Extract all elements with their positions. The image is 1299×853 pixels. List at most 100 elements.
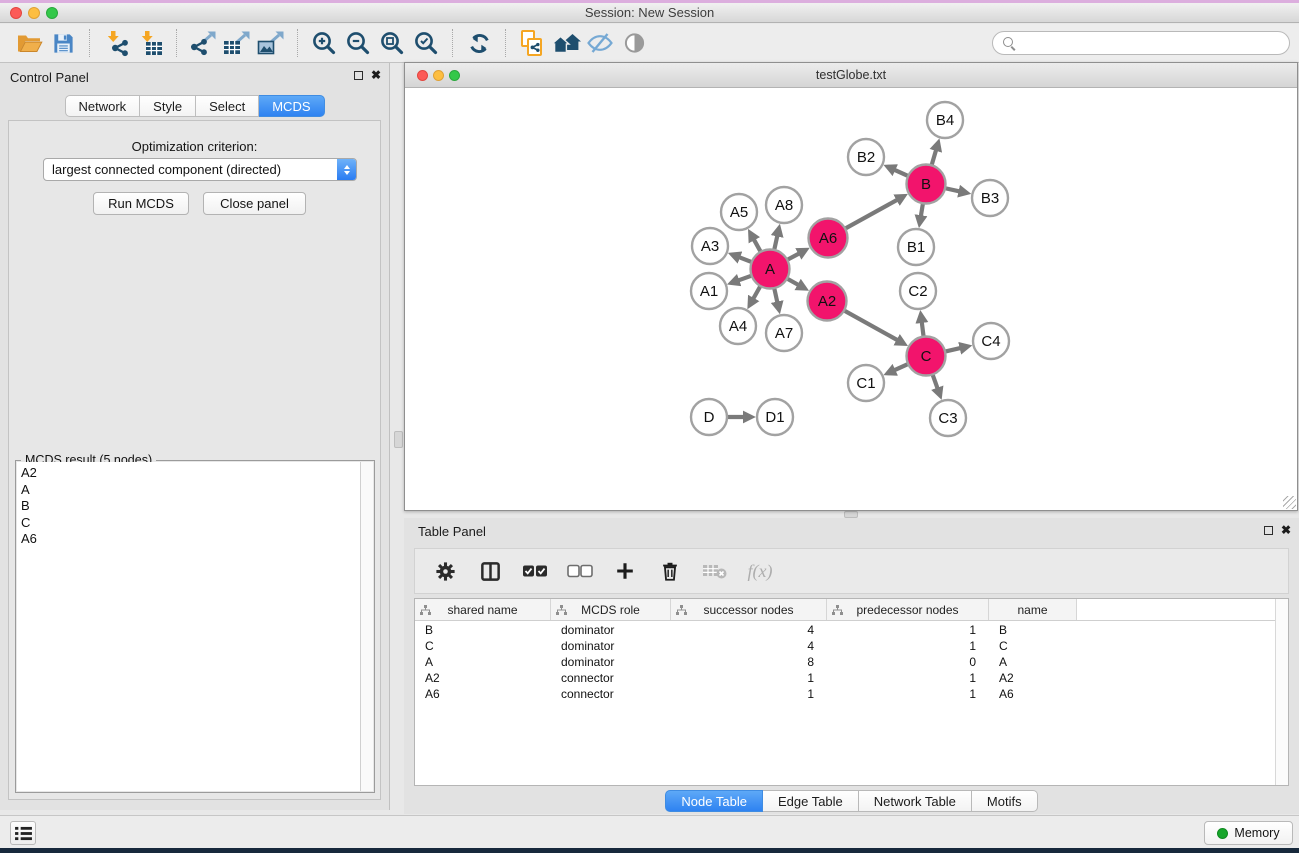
export-table-button[interactable] — [220, 27, 254, 59]
column-header[interactable]: shared name — [415, 599, 551, 620]
home-button[interactable] — [549, 27, 583, 59]
graph-edge-B-B4[interactable] — [931, 150, 936, 166]
graph-node-A4[interactable]: A4 — [720, 308, 756, 344]
tab-node-table[interactable]: Node Table — [665, 790, 763, 812]
table-row[interactable]: A2connector11A2 — [415, 670, 1275, 686]
zoom-fit-button[interactable] — [375, 27, 409, 59]
graph-node-A6[interactable]: A6 — [809, 219, 848, 258]
zoom-out-button[interactable] — [341, 27, 375, 59]
graph-edge-B-B2[interactable] — [895, 170, 909, 177]
graph-node-A7[interactable]: A7 — [766, 315, 802, 351]
table-row[interactable]: Adominator80A — [415, 654, 1275, 670]
graph-node-A5[interactable]: A5 — [721, 194, 757, 230]
memory-button[interactable]: Memory — [1204, 821, 1293, 845]
graph-edge-A-A5[interactable] — [754, 240, 761, 253]
graph-node-B2[interactable]: B2 — [848, 139, 884, 175]
graph-node-D1[interactable]: D1 — [757, 399, 793, 435]
import-table-button[interactable] — [133, 27, 167, 59]
resize-handle[interactable] — [1283, 496, 1296, 509]
graph-edge-A-A7[interactable] — [774, 287, 777, 302]
search-box[interactable] — [992, 31, 1290, 55]
result-scrollbar[interactable] — [360, 462, 373, 791]
run-mcds-button[interactable]: Run MCDS — [93, 192, 189, 215]
graph-node-C2[interactable]: C2 — [900, 273, 936, 309]
function-builder-button[interactable]: f(x) — [746, 556, 774, 586]
tab-mcds[interactable]: MCDS — [259, 95, 324, 117]
network-maximize-button[interactable] — [449, 70, 460, 81]
table-row[interactable]: Bdominator41B — [415, 622, 1275, 638]
float-panel-button[interactable] — [354, 71, 363, 80]
search-input[interactable] — [1016, 33, 1289, 53]
graph-edge-C-C1[interactable] — [895, 364, 909, 371]
column-header[interactable]: name — [989, 599, 1077, 620]
graph-node-C3[interactable]: C3 — [930, 400, 966, 436]
network-close-button[interactable] — [417, 70, 428, 81]
create-column-button[interactable] — [611, 556, 639, 586]
criterion-dropdown[interactable]: largest connected component (directed) — [43, 158, 357, 181]
close-panel-button-mcds[interactable]: Close panel — [203, 192, 306, 215]
mcds-result-item[interactable]: A6 — [21, 531, 360, 548]
export-network-button[interactable] — [186, 27, 220, 59]
close-window-button[interactable] — [10, 7, 22, 19]
graph-edge-C-C4[interactable] — [944, 348, 960, 352]
table-row[interactable]: A6connector11A6 — [415, 686, 1275, 702]
graph-node-A1[interactable]: A1 — [691, 273, 727, 309]
tab-edge-table[interactable]: Edge Table — [763, 790, 859, 812]
close-table-panel-button[interactable]: ✖ — [1281, 525, 1291, 536]
graph-node-C[interactable]: C — [907, 337, 946, 376]
vertical-divider-grip[interactable] — [394, 431, 403, 448]
mcds-result-item[interactable]: A2 — [21, 465, 360, 482]
graph-edge-B-B3[interactable] — [944, 188, 959, 191]
graph-node-A2[interactable]: A2 — [808, 282, 847, 321]
zoom-selected-button[interactable] — [409, 27, 443, 59]
graph-node-C4[interactable]: C4 — [973, 323, 1009, 359]
network-canvas[interactable]: AA1A2A3A4A5A6A7A8BB1B2B3B4CC1C2C3C4DD1 — [405, 88, 1297, 510]
column-header[interactable]: MCDS role — [551, 599, 671, 620]
split-panel-button[interactable] — [476, 556, 504, 586]
refresh-layout-button[interactable] — [462, 27, 496, 59]
zoom-in-button[interactable] — [307, 27, 341, 59]
maximize-window-button[interactable] — [46, 7, 58, 19]
tab-select[interactable]: Select — [196, 95, 259, 117]
horizontal-divider-grip[interactable] — [844, 511, 858, 518]
tab-network[interactable]: Network — [64, 95, 140, 117]
delete-column-button[interactable] — [656, 556, 684, 586]
mcds-result-item[interactable]: A — [21, 482, 360, 499]
table-row[interactable]: Cdominator41C — [415, 638, 1275, 654]
close-panel-button[interactable]: ✖ — [371, 70, 381, 81]
float-table-panel-button[interactable] — [1264, 526, 1273, 535]
tab-motifs[interactable]: Motifs — [972, 790, 1038, 812]
mcds-result-item[interactable]: B — [21, 498, 360, 515]
save-session-button[interactable] — [46, 27, 80, 59]
network-minimize-button[interactable] — [433, 70, 444, 81]
graph-node-B[interactable]: B — [907, 165, 946, 204]
graph-edge-C-C2[interactable] — [922, 322, 924, 337]
show-all-columns-button[interactable] — [521, 556, 549, 586]
tab-style[interactable]: Style — [140, 95, 196, 117]
import-network-button[interactable] — [99, 27, 133, 59]
hide-all-columns-button[interactable] — [566, 556, 594, 586]
network-graph[interactable]: AA1A2A3A4A5A6A7A8BB1B2B3B4CC1C2C3C4DD1 — [405, 88, 1297, 510]
graph-node-D[interactable]: D — [691, 399, 727, 435]
tab-network-table[interactable]: Network Table — [859, 790, 972, 812]
show-panels-button[interactable] — [10, 821, 36, 845]
open-session-button[interactable] — [12, 27, 46, 59]
graph-node-B4[interactable]: B4 — [927, 102, 963, 138]
graph-edge-A6-B[interactable] — [844, 200, 897, 229]
graph-node-C1[interactable]: C1 — [848, 365, 884, 401]
show-details-button[interactable] — [617, 27, 651, 59]
graph-edge-C-C3[interactable] — [932, 373, 937, 388]
graph-node-B1[interactable]: B1 — [898, 229, 934, 265]
export-image-button[interactable] — [254, 27, 288, 59]
graph-edge-A2-C[interactable] — [843, 310, 897, 340]
graph-edge-A-A1[interactable] — [739, 275, 753, 280]
graph-edge-A-A4[interactable] — [753, 285, 761, 298]
graph-node-A3[interactable]: A3 — [692, 228, 728, 264]
graph-node-A8[interactable]: A8 — [766, 187, 802, 223]
column-header[interactable]: successor nodes — [671, 599, 827, 620]
graph-node-A[interactable]: A — [751, 250, 790, 289]
mcds-result-item[interactable]: C — [21, 515, 360, 532]
hide-details-button[interactable] — [583, 27, 617, 59]
clone-network-button[interactable] — [515, 27, 549, 59]
graph-edge-A-A8[interactable] — [774, 236, 777, 251]
